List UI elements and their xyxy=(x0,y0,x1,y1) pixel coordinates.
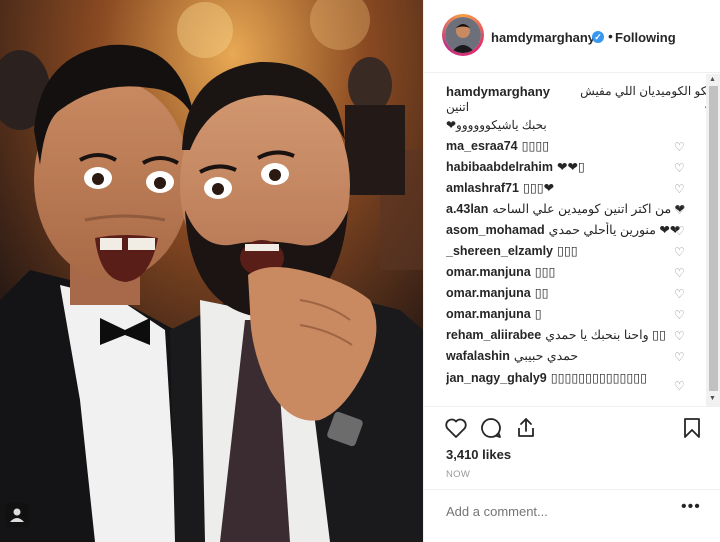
comment-row: omar.manjuna ▯▯ xyxy=(446,285,686,303)
like-count[interactable]: 3,410 likes xyxy=(446,447,511,462)
comment-row: amlashraf71 ▯▯▯❤ xyxy=(446,180,686,198)
comment-row: habibaabdelrahim ❤❤▯ xyxy=(446,159,686,177)
verified-badge-icon: ✓ xyxy=(592,31,604,43)
add-comment-bar: ••• xyxy=(424,489,720,542)
comment-like-heart-icon[interactable]: ♡ xyxy=(674,246,686,258)
comment-like-heart-icon[interactable]: ♡ xyxy=(674,225,686,237)
comment-row: _shereen_elzamly ▯▯▯ xyxy=(446,243,686,261)
like-heart-icon[interactable] xyxy=(444,416,468,440)
user-tag-icon[interactable] xyxy=(5,503,29,527)
comment-text: ▯▯▯▯▯▯▯▯▯▯▯▯▯▯ xyxy=(550,371,648,385)
comment-row: a.43lan من اكتر اتنين كوميدين علي الساحه … xyxy=(446,201,686,219)
more-options-icon[interactable]: ••• xyxy=(681,498,701,516)
comment-like-heart-icon[interactable]: ♡ xyxy=(674,183,686,195)
comment-username[interactable]: _shereen_elzamly xyxy=(446,244,553,258)
comment-username[interactable]: asom_mohamad xyxy=(446,223,545,237)
comment-text: ▯▯▯ xyxy=(534,265,556,279)
post-photo[interactable] xyxy=(0,0,423,542)
comment-row: ma_esraa74 ▯▯▯▯ xyxy=(446,138,686,156)
comment-like-heart-icon[interactable]: ♡ xyxy=(674,309,686,321)
comment-row: wafalashin حمدي حبيبي xyxy=(446,348,686,366)
scrollbar-thumb[interactable] xyxy=(709,86,718,391)
comment-like-heart-icon[interactable]: ♡ xyxy=(674,141,686,153)
post-header: hamdymarghany ✓ • Following xyxy=(424,0,720,73)
comment-username[interactable]: jan_nagy_ghaly9 xyxy=(446,371,547,385)
avatar[interactable] xyxy=(442,14,484,56)
caption-text-line2: اتنين xyxy=(446,100,470,114)
comment-bubble-icon[interactable] xyxy=(479,416,503,440)
comment-text: ▯▯▯ xyxy=(557,244,578,258)
comment-username[interactable]: ma_esraa74 xyxy=(446,139,518,153)
comments-list[interactable]: hamdymarghany شيكو الكوميديان اللي مفيش … xyxy=(424,74,720,406)
comment-text: ▯▯ xyxy=(534,286,549,300)
comment-row: asom_mohamad منورين ياأحلي حمدي ❤❤ xyxy=(446,222,686,240)
comment-username[interactable]: amlashraf71 xyxy=(446,181,519,195)
scroll-up-arrow-icon[interactable]: ▲ xyxy=(709,76,716,83)
caption-username[interactable]: hamdymarghany xyxy=(446,84,550,99)
comment-like-heart-icon[interactable]: ♡ xyxy=(674,380,686,392)
comment-text: من اكتر اتنين كوميدين علي الساحه ❤ xyxy=(492,202,686,216)
comment-username[interactable]: omar.manjuna xyxy=(446,286,531,300)
comment-row: reham_aliirabee واحنا بنحبك يا حمدي ▯▯ xyxy=(446,327,686,345)
comment-text: منورين ياأحلي حمدي ❤❤ xyxy=(548,223,681,237)
comment-username[interactable]: a.43lan xyxy=(446,202,488,216)
comment-like-heart-icon[interactable]: ♡ xyxy=(674,351,686,363)
comment-row: omar.manjuna ▯▯▯ xyxy=(446,264,686,282)
comment-text: ▯▯▯▯ xyxy=(521,139,550,153)
comment-text: ▯▯▯❤ xyxy=(522,181,555,195)
header-separator: • xyxy=(608,28,613,44)
share-icon[interactable] xyxy=(514,416,538,440)
comment-row: jan_nagy_ghaly9 ▯▯▯▯▯▯▯▯▯▯▯▯▯▯ xyxy=(446,370,686,388)
post-actions xyxy=(424,406,720,446)
caption-text-line1: شيكو الكوميديان اللي مفيش منه xyxy=(580,84,720,112)
comment-username[interactable]: reham_aliirabee xyxy=(446,328,541,342)
comment-username[interactable]: omar.manjuna xyxy=(446,265,531,279)
comment-like-heart-icon[interactable]: ♡ xyxy=(674,162,686,174)
comment-text: ❤❤▯ xyxy=(556,160,585,174)
post-timestamp: NOW xyxy=(446,469,471,480)
comment-username[interactable]: omar.manjuna xyxy=(446,307,531,321)
comment-like-heart-icon[interactable]: ♡ xyxy=(674,288,686,300)
comments-scrollbar[interactable]: ▲ ▼ xyxy=(706,74,720,406)
comment-text: حمدي حبيبي xyxy=(513,349,579,363)
following-button[interactable]: Following xyxy=(615,30,676,45)
comment-username[interactable]: habibaabdelrahim xyxy=(446,160,553,174)
comment-text: ▯ xyxy=(534,307,542,321)
add-comment-input[interactable] xyxy=(446,504,646,519)
comment-like-heart-icon[interactable]: ♡ xyxy=(674,267,686,279)
comment-text: واحنا بنحبك يا حمدي ▯▯ xyxy=(545,328,666,342)
save-bookmark-icon[interactable] xyxy=(680,416,704,440)
comment-like-heart-icon[interactable]: ♡ xyxy=(674,204,686,216)
header-username[interactable]: hamdymarghany xyxy=(491,30,595,45)
comment-username[interactable]: wafalashin xyxy=(446,349,510,363)
post-side-panel: hamdymarghany ✓ • Following hamdymarghan… xyxy=(423,0,720,542)
photo-image xyxy=(0,0,423,542)
comment-row: omar.manjuna ▯ xyxy=(446,306,686,324)
scroll-down-arrow-icon[interactable]: ▼ xyxy=(709,395,716,402)
caption-text-line3: بحبك ياشيكوووووو❤ xyxy=(446,118,547,132)
comment-like-heart-icon[interactable]: ♡ xyxy=(674,330,686,342)
